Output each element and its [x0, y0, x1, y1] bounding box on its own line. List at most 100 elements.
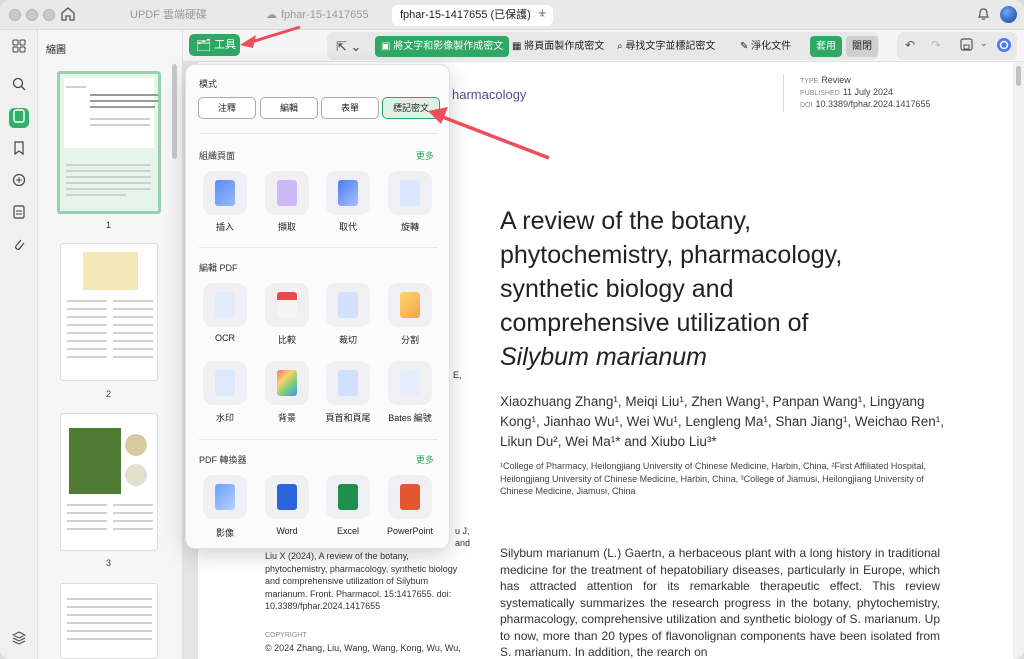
redact-page-button[interactable]: ▦ 將頁面製作成密文	[512, 36, 604, 57]
sanitize-button[interactable]: ✎ 淨化文件	[740, 36, 791, 57]
tools-popup: 模式 注釋 編輯 表單 標記密文 組織頁面 更多 插入 擷取 取代 旋轉 編輯 …	[185, 64, 450, 549]
tool-label: 背景	[277, 413, 296, 423]
layers-icon[interactable]	[9, 630, 29, 650]
tab-document-active[interactable]: fphar-15-1417655 (已保護) ×	[392, 5, 554, 26]
redact-icon: ▣	[381, 41, 394, 52]
zoom-window-button[interactable]	[43, 9, 55, 21]
new-tab-button[interactable]: +	[538, 5, 547, 22]
left-icon-bar	[0, 30, 38, 659]
minimize-window-button[interactable]	[26, 9, 38, 21]
title-line: phytochemistry, pharmacology,	[500, 241, 843, 269]
chevron-down-icon[interactable]: ⌄	[980, 38, 988, 49]
tool-label: 裁切	[338, 335, 357, 345]
thumbnail-scrollbar[interactable]	[172, 64, 177, 159]
bookmark-icon[interactable]	[9, 140, 29, 160]
background-tool[interactable]	[265, 361, 309, 405]
mode-form-button[interactable]: 表單	[321, 97, 379, 119]
text-fragment: E,	[453, 370, 462, 380]
cursor-icon[interactable]: ⇱ ⌄	[336, 36, 361, 57]
save-icon[interactable]	[960, 38, 973, 54]
citation-text: Liu X (2024), A review of the botany, ph…	[265, 551, 458, 611]
divider	[199, 247, 438, 248]
page-thumbnail-2[interactable]	[60, 243, 158, 381]
watermark-tool[interactable]	[203, 361, 247, 405]
button-label: 關閉	[852, 41, 872, 52]
meta-key: DOI	[800, 102, 813, 109]
tab-cloud-drive[interactable]: UPDF 雲端硬碟	[130, 5, 207, 26]
button-label: 套用	[816, 41, 836, 52]
paperclip-icon[interactable]	[9, 236, 29, 256]
compare-tool[interactable]	[265, 283, 309, 327]
replace-tool[interactable]	[326, 171, 370, 215]
thumbnail-view-icon[interactable]	[9, 108, 29, 128]
page-thumbnail-4[interactable]	[60, 583, 158, 659]
mode-redact-button[interactable]: 標記密文	[382, 97, 440, 119]
search-icon[interactable]	[9, 76, 29, 96]
excel-icon	[338, 484, 358, 510]
background-icon	[277, 370, 297, 396]
page-thumbnail-3[interactable]	[60, 413, 158, 551]
find-redact-button[interactable]: ⌕ 尋找文字並標記密文	[617, 36, 715, 57]
mode-comment-button[interactable]: 注釋	[198, 97, 256, 119]
split-tool[interactable]	[388, 283, 432, 327]
bell-icon[interactable]	[977, 7, 990, 24]
converter-more-link[interactable]: 更多	[416, 453, 434, 466]
watermark-icon	[215, 370, 235, 396]
tool-label: 水印	[215, 413, 234, 423]
redo-icon[interactable]: ↷	[931, 38, 941, 52]
close-redact-button[interactable]: 關閉	[846, 36, 878, 57]
text-fragment: u J,	[455, 526, 470, 536]
tool-label: 插入	[215, 222, 234, 232]
ocr-tool[interactable]	[203, 283, 247, 327]
button-label: 將文字和影像製作成密文	[393, 41, 504, 52]
title-line: comprehensive utilization of	[500, 309, 809, 337]
convert-word-tool[interactable]	[265, 475, 309, 519]
close-window-button[interactable]	[9, 9, 21, 21]
article-affiliations: ¹College of Pharmacy, Heilongjiang Unive…	[500, 461, 926, 496]
edit-section-title: 編輯 PDF	[199, 263, 238, 273]
article-type: TYPE Review	[800, 75, 851, 85]
bates-numbering-tool[interactable]	[388, 361, 432, 405]
compare-icon	[277, 292, 297, 318]
title-line: synthetic biology and	[500, 275, 734, 303]
organize-more-link[interactable]: 更多	[416, 149, 434, 162]
convert-powerpoint-tool[interactable]	[388, 475, 432, 519]
insert-tool[interactable]	[203, 171, 247, 215]
thumbnail-page-content	[64, 78, 154, 148]
page-thumbnail-1[interactable]	[57, 71, 161, 214]
redact-text-image-button[interactable]: ▣ 將文字和影像製作成密文	[375, 36, 510, 57]
attachment-page-icon[interactable]	[9, 204, 29, 224]
article-abstract: Silybum marianum (L.) Gaertn, a herbaceo…	[500, 546, 940, 659]
crop-tool[interactable]	[326, 283, 370, 327]
tools-button[interactable]: 🗂 工具	[189, 34, 240, 56]
avatar[interactable]	[1000, 6, 1017, 23]
rotate-tool[interactable]	[388, 171, 432, 215]
convert-excel-tool[interactable]	[326, 475, 370, 519]
meta-divider	[783, 74, 784, 112]
tool-label: 比較	[277, 335, 296, 345]
tool-label: 旋轉	[400, 222, 419, 232]
meta-key: TYPE	[800, 78, 819, 85]
home-icon[interactable]	[60, 6, 76, 25]
header-footer-tool[interactable]	[326, 361, 370, 405]
tab-document-2[interactable]: ☁ fphar-15-1417655	[266, 5, 368, 26]
scroll-thumb[interactable]	[1016, 66, 1021, 86]
grid-icon[interactable]	[9, 38, 29, 58]
tool-label: PowerPoint	[386, 526, 434, 536]
convert-image-tool[interactable]	[203, 475, 247, 519]
mode-edit-button[interactable]: 編輯	[260, 97, 318, 119]
tool-label: 取代	[338, 222, 357, 232]
tool-label: 影像	[215, 528, 234, 538]
image-icon	[215, 484, 235, 510]
undo-icon[interactable]: ↶	[905, 38, 915, 52]
cloud-icon: ☁	[266, 9, 277, 21]
organize-section-title: 組織頁面	[199, 151, 236, 161]
tool-label: 分割	[400, 335, 419, 345]
comment-search-icon[interactable]	[9, 172, 29, 192]
apply-button[interactable]: 套用	[810, 36, 842, 57]
crop-icon	[338, 292, 358, 318]
extract-tool[interactable]	[265, 171, 309, 215]
document-scrollbar[interactable]	[1013, 62, 1024, 659]
ai-assistant-icon[interactable]	[996, 37, 1012, 56]
published-date: PUBLISHED 11 July 2024	[800, 87, 893, 97]
